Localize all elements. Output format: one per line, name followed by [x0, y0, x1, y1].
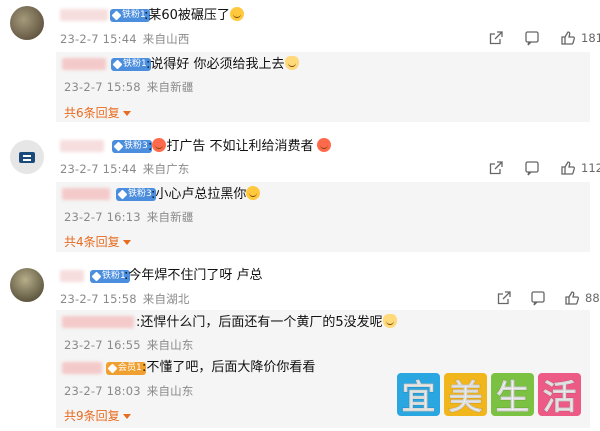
timestamp: 23-2-7 15:58: [60, 292, 137, 306]
heart-eyes-emoji-icon: [152, 138, 167, 152]
watermark-char: 生: [491, 373, 534, 419]
share-icon[interactable]: [488, 30, 504, 46]
avatar[interactable]: [10, 268, 44, 302]
timestamp: 23-2-7 15:44: [60, 162, 137, 176]
comment-icon[interactable]: [530, 290, 546, 306]
like-count: 88: [585, 291, 600, 305]
watermark-char: 美: [444, 373, 487, 419]
comment-text: :今年焊不住门了呀 卢总: [124, 268, 263, 283]
username-blurred[interactable]: [62, 362, 102, 374]
reply-text: :还悍什么门，后面还有一个黄厂的5没发呢: [136, 314, 397, 331]
like-count: 181: [581, 31, 600, 45]
reply-meta: 23-2-7 16:55 来自山东: [64, 337, 194, 353]
more-replies-link[interactable]: 共6条回复: [64, 104, 131, 121]
caret-down-icon: [122, 414, 131, 419]
cat-emoji-icon: [284, 56, 299, 70]
share-icon[interactable]: [488, 160, 504, 176]
location: 来自山东: [146, 338, 194, 352]
timestamp: 23-2-7 18:03: [64, 384, 141, 398]
avatar[interactable]: [10, 140, 44, 174]
reply-box: 铁粉3 :小心卢总拉黑你 23-2-7 16:13 来自新疆 共4条回复: [56, 182, 590, 252]
more-replies-link[interactable]: 共4条回复: [64, 233, 131, 250]
like-icon[interactable]: [560, 30, 576, 46]
like-icon[interactable]: [564, 290, 580, 306]
like-icon[interactable]: [560, 160, 576, 176]
timestamp: 23-2-7 15:44: [60, 32, 137, 46]
username-blurred[interactable]: [62, 188, 110, 200]
location: 来自山东: [146, 384, 194, 398]
comment-meta: 23-2-7 15:44 来自山西: [60, 31, 190, 47]
like-count: 112: [581, 161, 600, 175]
more-replies-link[interactable]: 共9条回复: [64, 407, 131, 424]
comment-1: 铁粉1 :某60被碾压了 23-2-7 15:44 来自山西 181 铁粉1 :说…: [0, 0, 600, 132]
username-blurred[interactable]: [60, 140, 104, 152]
comment-actions: 88: [496, 290, 600, 306]
watermark-char: 宜: [397, 373, 440, 419]
comment-meta: 23-2-7 15:44 来自广东: [60, 161, 190, 177]
username-blurred[interactable]: [62, 58, 106, 70]
comment-actions: 112: [488, 160, 600, 176]
timestamp: 23-2-7 15:58: [64, 80, 141, 94]
caret-down-icon: [122, 111, 131, 116]
cat-emoji-icon: [382, 314, 397, 328]
username-blurred[interactable]: [62, 316, 134, 328]
reply-text: :小心卢总拉黑你: [151, 186, 261, 203]
gem-icon: [113, 141, 124, 152]
watermark-logo: 宜 美 生 活: [397, 373, 581, 419]
reply-meta: 23-2-7 15:58 来自新疆: [64, 79, 194, 95]
reply-meta: 23-2-7 18:03 来自山东: [64, 383, 194, 399]
fan-badge: 铁粉3: [112, 140, 152, 153]
share-icon[interactable]: [496, 290, 512, 306]
comment-text: : 打广告 不如让利给消费者: [148, 138, 331, 155]
caret-down-icon: [122, 240, 131, 245]
member-badge: 会员1: [106, 362, 146, 375]
location: 来自新疆: [146, 210, 194, 224]
timestamp: 23-2-7 16:55: [64, 338, 141, 352]
reply-meta: 23-2-7 16:13 来自新疆: [64, 209, 194, 225]
location: 来自广东: [142, 162, 190, 176]
location: 来自山西: [142, 32, 190, 46]
username-blurred[interactable]: [60, 270, 84, 282]
username-blurred[interactable]: [60, 9, 108, 21]
fan-badge: 铁粉1: [111, 58, 151, 71]
comment-text: :某60被碾压了: [144, 7, 244, 24]
location: 来自湖北: [142, 292, 190, 306]
location: 来自新疆: [146, 80, 194, 94]
laugh-emoji-icon: [246, 186, 261, 200]
laugh-emoji-icon: [229, 7, 244, 21]
timestamp: 23-2-7 16:13: [64, 210, 141, 224]
avatar[interactable]: [10, 6, 44, 40]
fan-badge: 铁粉3: [116, 188, 156, 201]
comment-2: 铁粉3 : 打广告 不如让利给消费者 23-2-7 15:44 来自广东 112 铁…: [0, 132, 600, 262]
gem-icon: [117, 189, 128, 200]
heart-eyes-emoji-icon: [316, 138, 331, 152]
gem-icon: [91, 271, 102, 282]
gem-icon: [111, 10, 122, 21]
comment-icon[interactable]: [524, 30, 540, 46]
reply-box: 铁粉1 :说得好 你必须给我上去 23-2-7 15:58 来自新疆 共6条回复: [56, 52, 590, 122]
reply-text: :说得好 你必须给我上去: [146, 56, 299, 73]
comment-meta: 23-2-7 15:58 来自湖北: [60, 291, 190, 307]
gem-icon: [112, 59, 123, 70]
logo-avatar-icon: [19, 152, 35, 163]
gem-icon: [107, 363, 118, 374]
watermark-char: 活: [538, 373, 581, 419]
reply-text: :不懂了吧，后面大降价你看看: [142, 360, 316, 375]
comment-actions: 181: [488, 30, 600, 46]
comment-icon[interactable]: [524, 160, 540, 176]
